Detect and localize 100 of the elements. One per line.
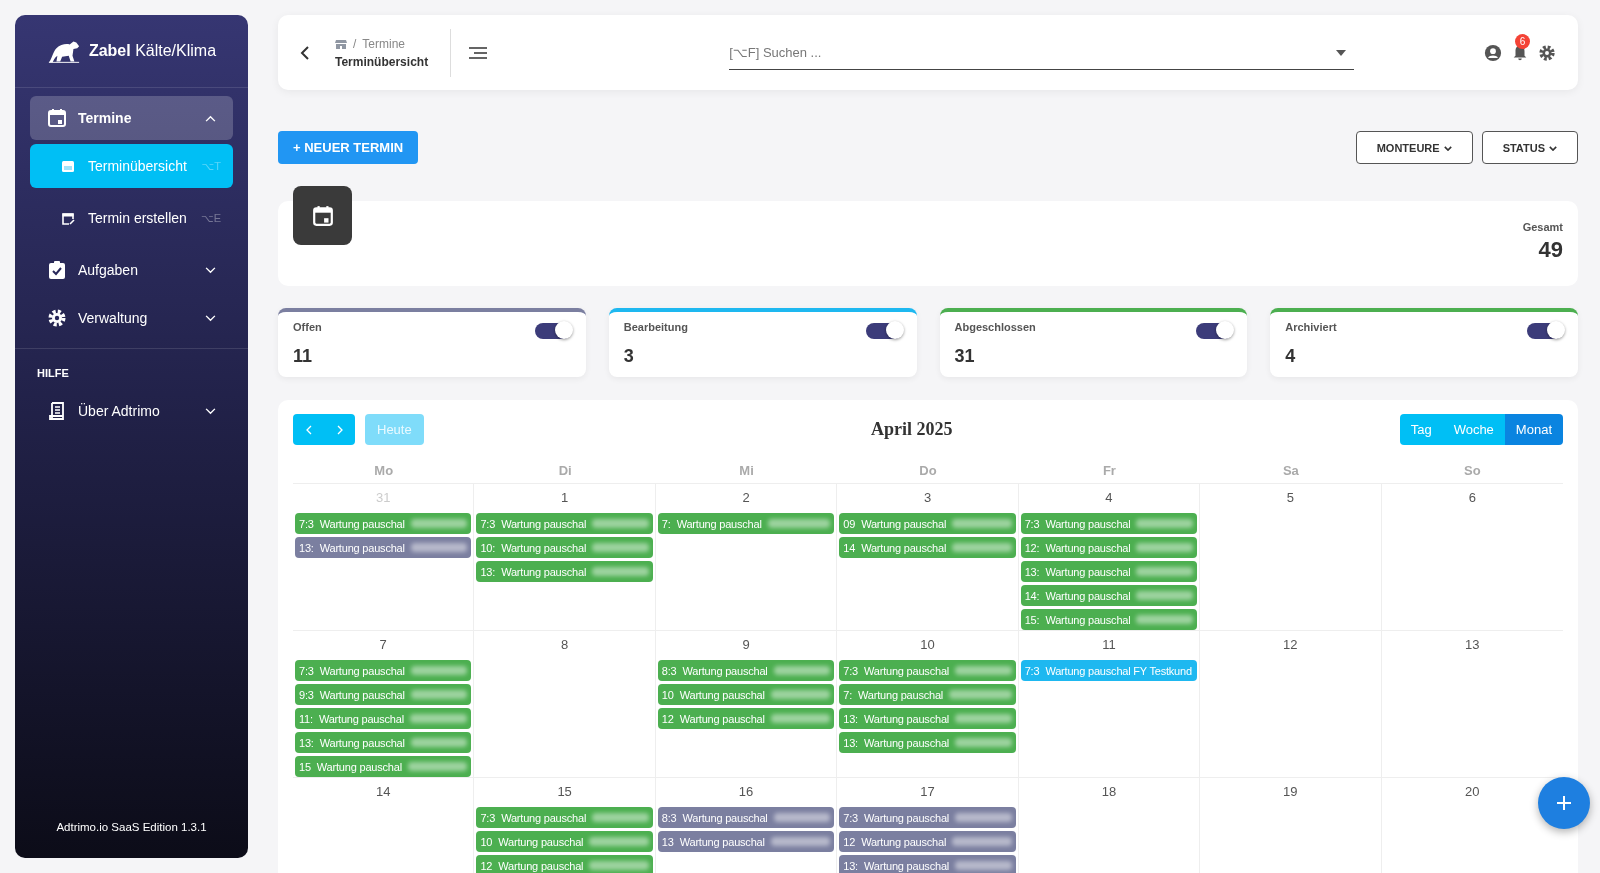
store-icon <box>335 38 347 49</box>
chevron-icon <box>205 314 216 322</box>
brand-name: Zabel Kälte/Klima <box>88 42 217 60</box>
nav-subitem[interactable]: Termin erstellen ⌥E <box>30 196 233 240</box>
shortcut-hint: ⌥E <box>201 211 221 225</box>
calendar-event[interactable]: 12: Wartung pauschal <box>1020 537 1198 558</box>
search-field[interactable]: [⌥F] Suchen ... <box>729 35 1355 70</box>
toggle-switch[interactable] <box>1196 323 1233 339</box>
view-tab[interactable]: Tag <box>1399 414 1443 445</box>
day-number: 3 <box>922 489 933 507</box>
calendar-icon <box>47 108 67 128</box>
chevron-icon <box>205 407 216 415</box>
calendar-event[interactable]: 13: Wartung pauschal <box>295 537 472 558</box>
nav-item[interactable]: Über Adtrimo <box>30 389 233 433</box>
clipboard-check-icon <box>47 260 67 280</box>
calendar-event[interactable]: 7:3 Wartung pauschal <box>295 513 472 534</box>
calendar-event[interactable]: 7: Wartung pauschal <box>839 684 1016 705</box>
calendar-event[interactable]: 8:3 Wartung pauschal <box>657 660 835 681</box>
status-count: 31 <box>954 346 976 367</box>
menu-icon[interactable] <box>469 46 488 59</box>
today-button[interactable]: Heute <box>365 414 424 445</box>
calendar-event[interactable]: 15 Wartung pauschal <box>295 756 472 777</box>
day-number: 8 <box>560 636 570 654</box>
toggle-switch[interactable] <box>534 323 571 339</box>
calendar-event[interactable]: 13 Wartung pauschal <box>657 831 835 852</box>
calendar-event[interactable]: 13: Wartung pauschal <box>295 732 472 753</box>
chevron-left-icon <box>305 424 312 435</box>
calendar-event[interactable]: 14: Wartung pauschal <box>1020 585 1198 606</box>
day-number: 7 <box>378 636 388 654</box>
nav-item[interactable]: Aufgaben <box>30 248 233 292</box>
filter-dropdown-button[interactable]: STATUS <box>1481 131 1578 164</box>
calendar-event[interactable]: 7: Wartung pauschal <box>657 513 835 534</box>
calendar-event[interactable]: 7:3 Wartung pauschal <box>839 807 1016 828</box>
calendar-event[interactable]: 10 Wartung pauschal <box>657 684 835 705</box>
toggle-switch[interactable] <box>865 323 902 339</box>
weekday-header: Fr <box>1018 463 1201 484</box>
plus-icon <box>1556 795 1572 811</box>
calendar-event[interactable]: 13: Wartung pauschal <box>839 855 1016 873</box>
nav-item[interactable]: Verwaltung <box>30 296 233 340</box>
day-number: 20 <box>1464 783 1481 801</box>
new-appointment-button[interactable]: + NEUER TERMIN <box>278 131 419 164</box>
status-label: Abgeschlossen <box>954 321 1036 333</box>
weekday-header: Di <box>474 463 656 484</box>
status-label: Offen <box>293 321 322 333</box>
shortcut-hint: ⌥T <box>201 159 221 173</box>
settings-icon[interactable] <box>1538 43 1556 62</box>
calendar-event[interactable]: 7:3 Wartung pauschal <box>295 660 472 681</box>
status-count: 11 <box>293 346 314 367</box>
calendar-event[interactable]: 13: Wartung pauschal <box>839 732 1016 753</box>
day-number: 11 <box>1101 636 1117 654</box>
breadcrumb-link[interactable]: Termine <box>362 36 406 51</box>
calendar-event[interactable]: 10 Wartung pauschal <box>476 831 653 852</box>
calendar-icon <box>61 159 75 173</box>
calendar-event[interactable]: 13: Wartung pauschal <box>1020 561 1198 582</box>
chevron-down-icon <box>1549 146 1557 152</box>
status-count: 4 <box>1285 346 1297 367</box>
view-tab[interactable]: Monat <box>1504 414 1563 445</box>
account-icon[interactable] <box>1484 43 1502 62</box>
status-count: 3 <box>623 346 635 367</box>
day-number: 9 <box>741 636 751 654</box>
calendar-event[interactable]: 7:3 Wartung pauschal <box>476 513 653 534</box>
day-number: 10 <box>919 636 936 654</box>
chevron-icon <box>205 266 216 274</box>
status-label: Archiviert <box>1285 321 1337 333</box>
calendar-event[interactable]: 15: Wartung pauschal <box>1020 609 1198 630</box>
breadcrumb-separator: / <box>353 36 357 51</box>
calendar-event[interactable]: 09 Wartung pauschal <box>839 513 1016 534</box>
calendar-event[interactable]: 7:3 Wartung pauschal <box>839 660 1016 681</box>
day-number: 6 <box>1467 489 1477 507</box>
day-number: 12 <box>1282 636 1299 654</box>
calendar-event[interactable]: 13: Wartung pauschal <box>476 561 653 582</box>
back-chevron-icon[interactable] <box>300 45 310 60</box>
calendar-event[interactable]: 7:3 Wartung pauschal <box>476 807 653 828</box>
calendar-event[interactable]: 12 Wartung pauschal <box>657 708 835 729</box>
day-number: 19 <box>1282 783 1299 801</box>
calendar-event[interactable]: 7:3 Wartung pauschal FY Testkund <box>1020 660 1198 681</box>
calendar-event[interactable]: 9:3 Wartung pauschal <box>295 684 472 705</box>
day-number: 18 <box>1100 783 1118 801</box>
total-value: 49 <box>1538 237 1563 263</box>
notification-badge: 6 <box>1515 33 1530 49</box>
weekday-header: Mi <box>655 463 838 484</box>
calendar-event[interactable]: 12 Wartung pauschal <box>839 831 1016 852</box>
calendar-event[interactable]: 12 Wartung pauschal <box>476 855 653 873</box>
toggle-switch[interactable] <box>1527 323 1563 339</box>
calendar-event[interactable]: 13: Wartung pauschal <box>839 708 1016 729</box>
calendar-event[interactable]: 14 Wartung pauschal <box>839 537 1016 558</box>
calendar-event[interactable]: 11: Wartung pauschal <box>295 708 472 729</box>
view-tab[interactable]: Woche <box>1442 414 1505 445</box>
caret-icon <box>1336 50 1347 56</box>
settings-icon <box>47 308 67 328</box>
breadcrumb-current: Terminübersicht <box>335 54 429 69</box>
chevron-right-icon <box>336 424 343 435</box>
nav-subitem[interactable]: Terminübersicht ⌥T <box>30 144 233 188</box>
calendar-event[interactable]: 8:3 Wartung pauschal <box>657 807 835 828</box>
weekday-header: Mo <box>293 463 475 484</box>
nav-item[interactable]: Termine <box>30 96 233 140</box>
filter-dropdown-button[interactable]: MONTEURE <box>1355 131 1473 164</box>
calendar-event[interactable]: 7:3 Wartung pauschal <box>1020 513 1198 534</box>
calendar-event[interactable]: 10: Wartung pauschal <box>476 537 653 558</box>
chevron-down-icon <box>1443 146 1452 152</box>
